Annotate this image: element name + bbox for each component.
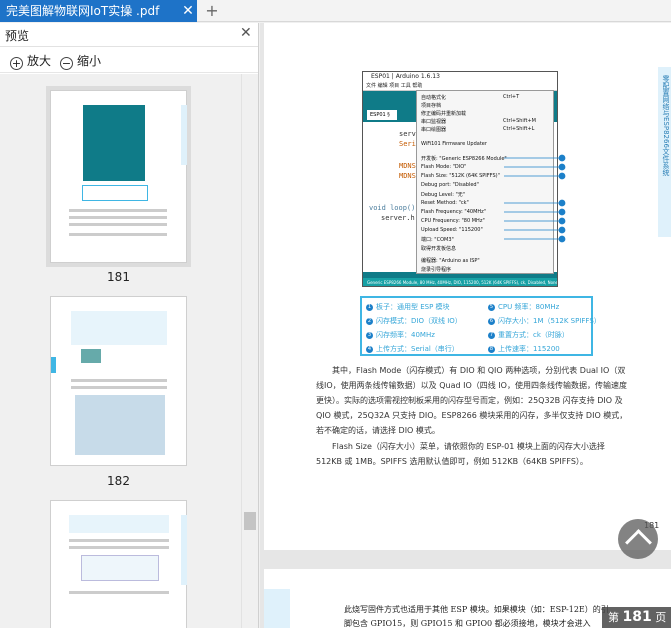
zoom-in-label: 放大 <box>27 54 52 68</box>
thumb-note-box <box>71 311 167 345</box>
thumbnail-list[interactable]: 181 182 <box>0 74 241 628</box>
thumb-text-line <box>69 223 167 226</box>
menu-shortcut: Ctrl+T <box>503 94 520 100</box>
thumb-side-strip <box>181 105 187 165</box>
legend-item: 6 闪存大小：1M（512K SPIFFS） <box>488 317 601 325</box>
thumb-screenshot <box>83 105 145 181</box>
menu-item: Flash Frequency: "40MHz" <box>421 209 487 215</box>
menu-item: WiFi101 Firmware Updater <box>421 141 487 147</box>
menu-item: 烧录引导程序 <box>421 267 452 273</box>
code-line: server.h <box>381 214 415 222</box>
body-paragraph: Flash Size（闪存大小）菜单，请依照你的 ESP-01 模块上面的闪存大… <box>316 442 605 466</box>
close-tab-icon[interactable]: ✕ <box>181 0 195 22</box>
zoom-out-icon: − <box>60 57 73 70</box>
arduino-tab: ESP01 § <box>367 110 397 120</box>
thumb-text-line <box>69 216 167 219</box>
legend-item: 5 CPU 频率：80MHz <box>488 303 560 311</box>
pdf-page-181: 零配置网络与ESP8266文件系统 ESP01 | Arduino 1.6.13… <box>264 23 671 550</box>
thumb-heading <box>69 515 169 533</box>
thumb-text-line <box>69 591 169 594</box>
menu-item: 修正编码并重新加载 <box>421 111 467 117</box>
page-thumbnail-label: 181 <box>107 270 130 284</box>
thumb-text-line <box>69 539 169 542</box>
thumb-text-line <box>71 386 167 389</box>
page-indicator: 第 181 页 <box>602 607 671 628</box>
thumb-module-image <box>81 349 101 363</box>
new-tab-icon[interactable]: + <box>203 0 221 22</box>
menu-item: Reset Method: "ck" <box>421 200 469 206</box>
chapter-side-strip: 零配置网络与ESP8266文件系统 <box>658 67 671 237</box>
menu-item: 串口监视器 <box>421 119 447 125</box>
thumb-breadboard-image <box>75 395 165 455</box>
preview-panel-header: 预览 ✕ <box>0 23 258 47</box>
thumb-side-tab <box>51 357 56 373</box>
body-paragraph: 此烧写固件方式也适用于其他 ESP 模块。如果模块（如：ESP-12E）的引脚包… <box>344 605 609 628</box>
menu-item: 端口: "COM3" <box>421 237 454 243</box>
legend-item: 1 板子：通用型 ESP 模块 <box>366 303 450 311</box>
thumb-side-strip <box>181 515 187 585</box>
document-view[interactable]: 零配置网络与ESP8266文件系统 ESP01 | Arduino 1.6.13… <box>260 23 671 628</box>
menu-item: Flash Size: "512K (64K SPIFFS)" <box>421 173 500 179</box>
settings-legend: 1 板子：通用型 ESP 模块 2 闪存模式：DIO（双线 IO） 3 闪存频率：40… <box>360 296 601 356</box>
tab-bar: 完美图解物联网IoT实操 .pdf ✕ + <box>0 0 671 22</box>
menu-item: Flash Mode: "DIO" <box>421 164 467 170</box>
page-thumbnail-183[interactable] <box>50 500 187 628</box>
legend-item: 4 上传方式：Serial（串行） <box>366 345 459 353</box>
legend-item: 3 闪存频率：40MHz <box>366 331 435 339</box>
menu-item: Debug port: "Disabled" <box>421 182 479 188</box>
page-indicator-number: 181 <box>622 609 652 625</box>
page-indicator-suffix: 页 <box>655 611 667 624</box>
code-line: void loop() <box>369 204 416 212</box>
menu-item: 串口绘图器 <box>421 127 447 133</box>
preview-panel-title: 预览 <box>5 29 30 43</box>
menu-item: 开发板: "Generic ESP8266 Module" <box>421 156 507 162</box>
page-side-strip <box>264 589 290 628</box>
document-tab-title: 完美图解物联网IoT实操 .pdf <box>6 4 160 18</box>
menu-item: 取得开发板信息 <box>421 246 457 252</box>
zoom-toolbar: + 放大 − 缩小 <box>0 49 258 73</box>
thumb-legend <box>82 185 148 201</box>
thumb-text-line <box>69 209 167 212</box>
page-thumbnail-182[interactable] <box>50 296 187 466</box>
thumb-text-line <box>69 546 169 549</box>
menu-shortcut: Ctrl+Shift+M <box>503 118 536 124</box>
menu-item: 编程器: "Arduino as ISP" <box>421 258 480 264</box>
thumbnail-scrollbar[interactable] <box>241 74 258 628</box>
zoom-in-icon: + <box>10 57 23 70</box>
legend-item: 2 闪存模式：DIO（双线 IO） <box>366 317 462 325</box>
menu-item: 自动格式化 <box>421 95 447 101</box>
preview-panel: 预览 ✕ + 放大 − 缩小 181 182 <box>0 23 259 628</box>
callout-lines <box>504 154 566 243</box>
arduino-title: ESP01 | Arduino 1.6.13 <box>363 72 557 82</box>
arduino-status-bar: Generic ESP8266 Module, 80 MHz, 40MHz, D… <box>363 278 557 286</box>
thumb-text-line <box>71 379 167 382</box>
page-thumbnail-label: 182 <box>107 474 130 488</box>
scrollbar-thumb[interactable] <box>244 512 256 530</box>
menu-item: 项目存档 <box>421 103 442 109</box>
legend-item: 8 上传速率：115200 <box>488 345 560 353</box>
page-thumbnail-181[interactable] <box>46 86 191 267</box>
body-paragraph: 其中，Flash Mode（闪存模式）有 DIO 和 QIO 两种选项，分别代表… <box>316 366 628 435</box>
legend-item: 7 重置方式：ck（时脉） <box>488 331 569 339</box>
thumb-text-line <box>69 233 167 236</box>
zoom-out-label: 缩小 <box>77 54 102 68</box>
thumb-diagram <box>81 555 159 581</box>
zoom-in-button[interactable]: + 放大 <box>10 52 51 70</box>
document-tab[interactable]: 完美图解物联网IoT实操 .pdf ✕ <box>0 0 197 22</box>
menu-item: Upload Speed: "115200" <box>421 227 483 233</box>
menu-item: Debug Level: "无" <box>421 192 466 198</box>
close-panel-icon[interactable]: ✕ <box>240 25 252 41</box>
page-indicator-prefix: 第 <box>608 611 619 624</box>
menu-item: CPU Frequency: "80 MHz" <box>421 218 485 224</box>
scroll-to-top-button[interactable] <box>618 519 658 559</box>
zoom-out-button[interactable]: − 缩小 <box>60 52 101 70</box>
menu-shortcut: Ctrl+Shift+L <box>503 126 535 132</box>
